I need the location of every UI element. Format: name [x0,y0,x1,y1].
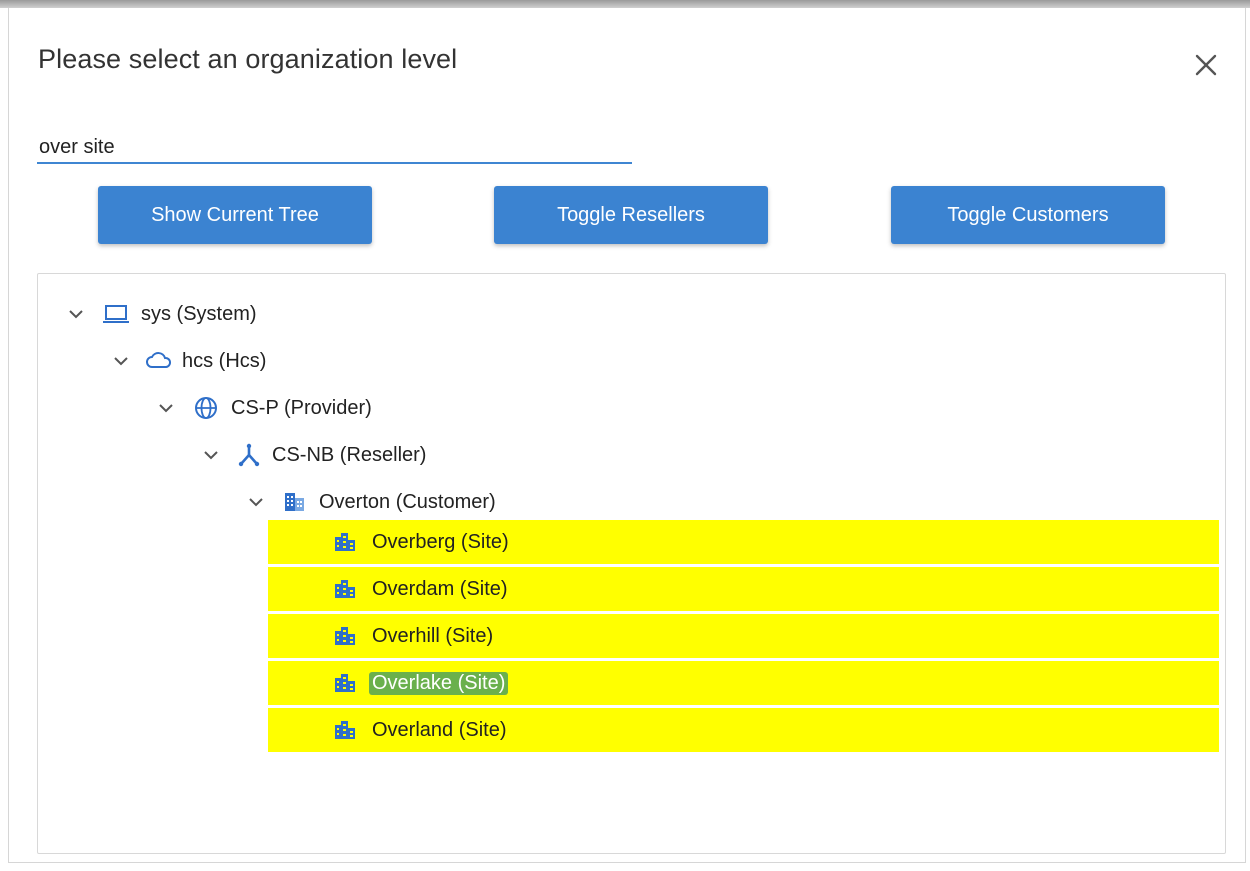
building-icon [279,487,309,517]
tree-node-hcs[interactable]: hcs (Hcs) [110,338,266,384]
site-icon [330,621,360,651]
chevron-down-icon[interactable] [200,444,222,466]
tree-node-overlake[interactable]: Overlake (Site) [330,660,509,706]
tree-node-label: Overhill (Site) [372,624,494,647]
chevron-down-icon[interactable] [110,350,132,372]
tree-node-label: CS-NB (Reseller) [272,443,427,466]
tree-node-label: hcs (Hcs) [182,349,267,372]
tree-node-overdam[interactable]: Overdam (Site) [330,566,508,612]
dialog-title: Please select an organization level [38,44,458,74]
tree-node-label: sys (System) [141,302,257,325]
site-icon [330,574,360,604]
chevron-down-icon[interactable] [245,491,267,513]
tree-node-sys[interactable]: sys (System) [65,291,257,337]
tree-node-label: Overland (Site) [372,718,507,741]
tree-node-overberg[interactable]: Overberg (Site) [330,519,509,565]
chevron-down-icon[interactable] [155,397,177,419]
chevron-down-icon[interactable] [65,303,87,325]
search-input[interactable] [37,126,632,164]
tree-node-overhill[interactable]: Overhill (Site) [330,613,493,659]
background-strip [0,0,1250,8]
tree-node-overland[interactable]: Overland (Site) [330,707,507,753]
site-icon [330,668,360,698]
globe-icon [191,393,221,423]
org-tree: sys (System) hcs (Hcs) CS-P (Provider) C… [37,273,1226,854]
close-icon[interactable] [1189,48,1223,82]
tree-node-label: CS-P (Provider) [231,396,372,419]
tree-node-label-selected: Overlake (Site) [369,671,509,695]
site-icon [330,527,360,557]
site-icon [330,715,360,745]
tree-node-label: Overton (Customer) [319,490,496,513]
show-current-tree-button[interactable]: Show Current Tree [98,186,372,244]
toggle-customers-button[interactable]: Toggle Customers [891,186,1165,244]
org-level-dialog: Please select an organization level Show… [8,8,1246,863]
cloud-icon [144,346,174,376]
tree-node-cs-p[interactable]: CS-P (Provider) [155,385,372,431]
network-icon [234,440,264,470]
tree-node-label: Overdam (Site) [372,577,508,600]
tree-node-cs-nb[interactable]: CS-NB (Reseller) [200,432,426,478]
tree-node-label: Overberg (Site) [372,530,509,553]
toggle-resellers-button[interactable]: Toggle Resellers [494,186,768,244]
laptop-icon [101,299,131,329]
